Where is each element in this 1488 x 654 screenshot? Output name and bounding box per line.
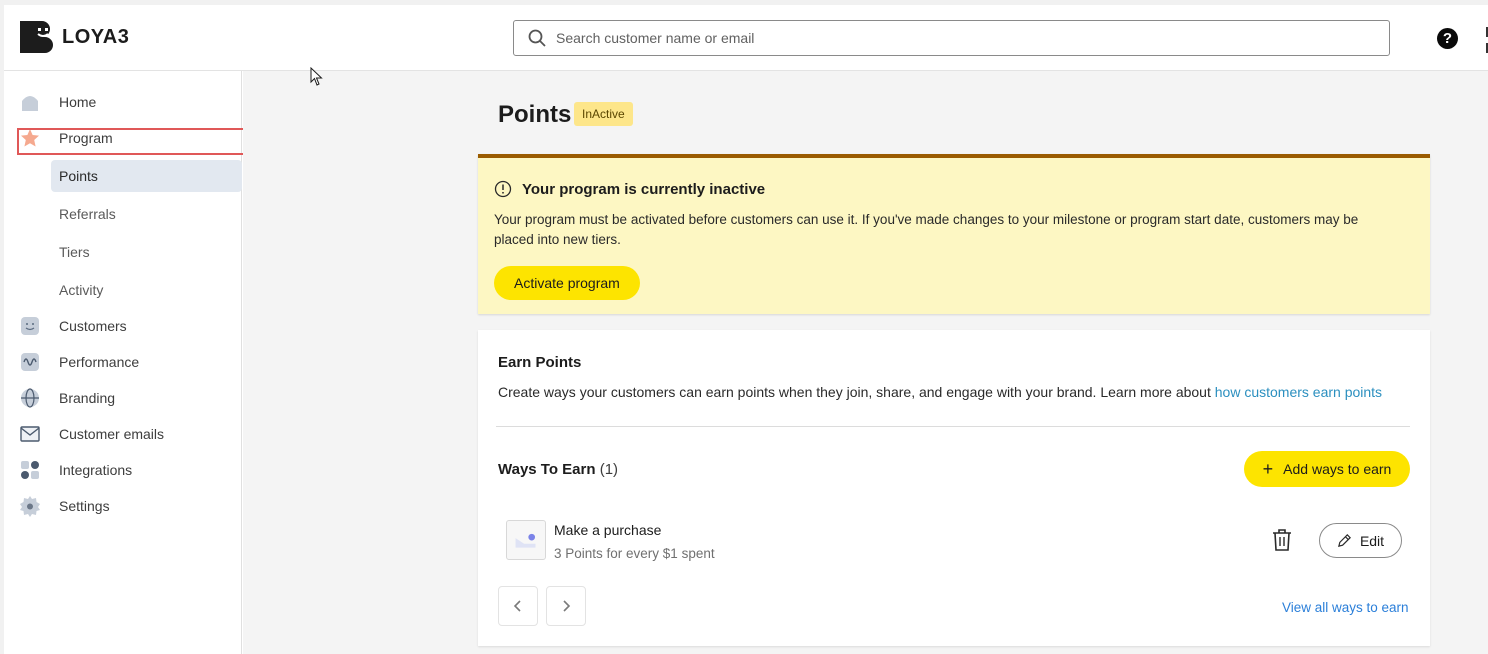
ways-to-earn-title: Ways To Earn [498,461,596,478]
sidebar-item-label: Integrations [59,462,133,478]
mouse-cursor-icon [310,67,323,86]
earn-points-description-text: Create ways your customers can earn poin… [498,384,1211,400]
sidebar-item-integrations[interactable]: Integrations [4,455,242,485]
annotation-highlight-box [17,128,254,155]
logo-mark-icon [20,21,53,53]
sidebar-subitem-points[interactable]: Points [51,160,242,192]
earn-points-title: Earn Points [498,354,582,371]
chevron-left-icon [513,600,521,612]
activate-program-button[interactable]: Activate program [494,266,640,300]
edit-button[interactable]: Edit [1319,523,1402,558]
smiley-icon [21,317,39,335]
alert-body: Your program must be activated before cu… [494,212,1359,247]
pencil-icon [1337,534,1351,547]
search-box[interactable] [513,20,1390,56]
way-name: Make a purchase [554,522,662,538]
brand-name: LOYA3 [62,25,130,48]
sidebar-item-customer-emails[interactable]: Customer emails [4,419,242,449]
sidebar-item-home[interactable]: Home [4,87,242,117]
sidebar-subitem-activity[interactable]: Activity [51,274,242,306]
sidebar-item-performance[interactable]: Performance [4,347,242,377]
add-ways-to-earn-label: Add ways to earn [1283,461,1392,477]
globe-icon [21,388,39,408]
sidebar-item-label: Customer emails [59,426,165,442]
sidebar: Home Program Points Referrals Tiers Acti… [4,71,254,654]
trash-icon[interactable] [1271,528,1293,552]
way-detail: 3 Points for every $1 spent [554,546,715,561]
plus-icon: + [1262,459,1274,479]
search-icon [528,29,546,47]
previous-page-button[interactable] [498,586,538,626]
sidebar-item-label: Settings [59,498,110,514]
sidebar-item-label: Branding [59,390,116,406]
earn-points-description: Create ways your customers can earn poin… [498,384,1382,400]
sidebar-subitem-tiers[interactable]: Tiers [51,236,242,268]
page-title: Points [498,101,572,128]
divider [496,426,1410,427]
purchase-thumbnail-icon [506,520,546,560]
add-ways-to-earn-button[interactable]: + Add ways to earn [1244,451,1410,487]
sidebar-item-label: Customers [59,318,127,334]
mail-icon [20,426,40,442]
status-badge: InActive [574,102,633,126]
search-input[interactable] [556,30,1389,46]
ways-to-earn-count: (1) [599,461,619,478]
sidebar-item-branding[interactable]: Branding [4,383,242,413]
edit-label: Edit [1359,532,1385,549]
sidebar-item-label: Home [59,94,97,110]
grid-icon [21,461,39,479]
sidebar-item-settings[interactable]: Settings [4,491,242,521]
warning-circle-icon [494,180,512,198]
sidebar-item-customers[interactable]: Customers [4,311,242,341]
gear-icon [20,496,40,517]
ways-to-earn-heading: Ways To Earn (1) [498,461,618,478]
alert-title: Your program is currently inactive [522,181,766,198]
top-bar: LOYA3 ? [4,5,1488,71]
earn-points-card: Earn Points Create ways your customers c… [478,330,1430,646]
next-page-button[interactable] [546,586,586,626]
sidebar-item-label: Performance [59,354,140,370]
sidebar-subitem-referrals[interactable]: Referrals [51,198,242,230]
brand-logo[interactable]: LOYA3 [18,18,129,56]
inactive-program-alert: Your program is currently inactive Your … [478,154,1430,314]
help-icon[interactable]: ? [1437,28,1458,49]
chevron-right-icon [563,600,571,612]
home-icon [22,96,38,111]
wave-icon [21,353,39,371]
how-customers-earn-link[interactable]: how customers earn points [1215,384,1382,400]
view-all-ways-link[interactable]: View all ways to earn [1282,600,1409,615]
list-item: Make a purchase 3 Points for every $1 sp… [498,514,1410,568]
